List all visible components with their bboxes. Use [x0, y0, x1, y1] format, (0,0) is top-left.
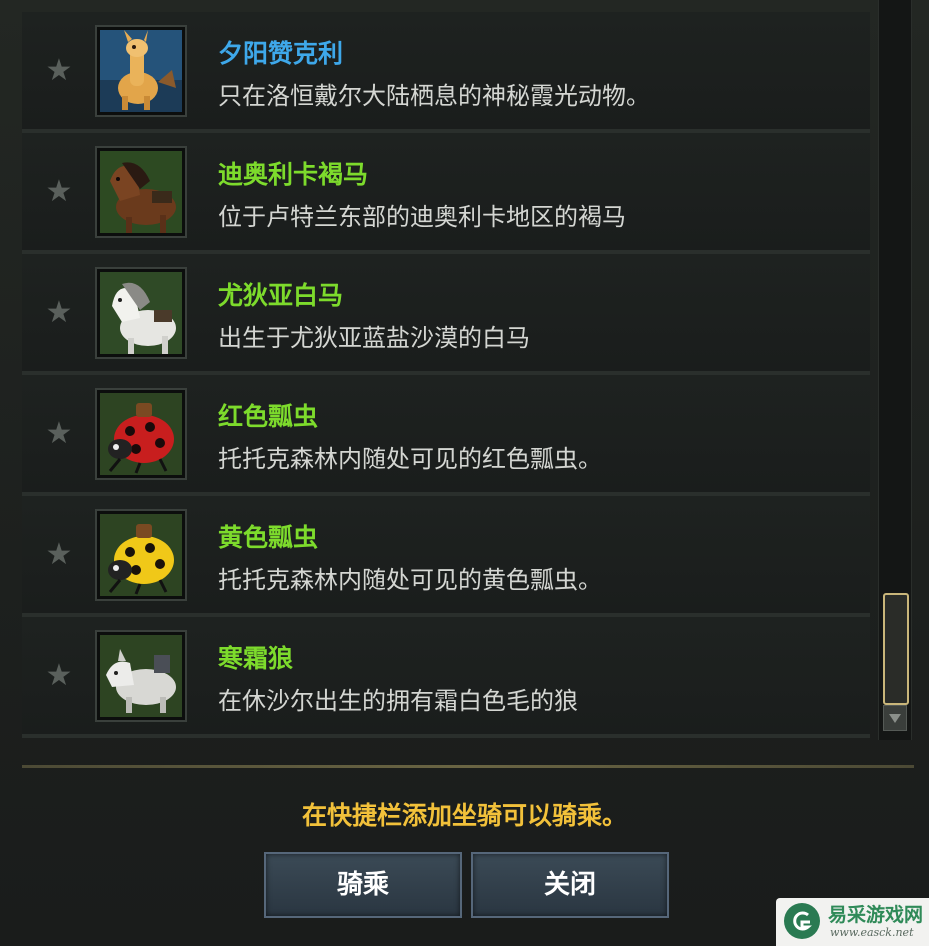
mount-name: 黄色瓢虫: [218, 523, 319, 552]
mount-name: 夕阳赞克利: [218, 39, 344, 68]
mount-name: 迪奥利卡褐马: [218, 160, 369, 189]
list-item[interactable]: ★ 尤狄亚白马 出生于尤狄亚蓝盐沙漠的白马: [22, 254, 870, 375]
ride-button[interactable]: 骑乘: [264, 852, 462, 918]
list-item[interactable]: ★ 黄色瓢虫 托托克森林内随处可见的黄色瓢虫。: [22, 496, 870, 617]
scrollbar-thumb[interactable]: [883, 593, 909, 705]
mount-list: ★ 夕阳赞克利 只在洛恒戴尔大陆栖息的神秘霞光动物。 ★ 迪奥利卡褐马 位于卢特…: [22, 12, 870, 740]
watermark-url: www.easck.net: [830, 926, 914, 939]
mount-name: 尤狄亚白马: [218, 281, 344, 310]
mount-description: 在休沙尔出生的拥有霜白色毛的狼: [218, 687, 578, 715]
list-item[interactable]: ★ 寒霜狼 在休沙尔出生的拥有霜白色毛的狼: [22, 617, 870, 738]
red-ladybug-icon: [95, 388, 187, 480]
yellow-ladybug-icon: [95, 509, 187, 601]
alpaca-icon: [95, 25, 187, 117]
scroll-down-arrow-icon[interactable]: [883, 705, 907, 731]
list-item[interactable]: ★ 夕阳赞克利 只在洛恒戴尔大陆栖息的神秘霞光动物。: [22, 12, 870, 133]
watermark-title: 易采游戏网: [828, 904, 924, 926]
divider: [22, 765, 914, 768]
star-icon[interactable]: ★: [44, 177, 74, 207]
mount-name: 红色瓢虫: [218, 402, 319, 431]
mount-description: 只在洛恒戴尔大陆栖息的神秘霞光动物。: [218, 82, 650, 110]
site-logo-icon: [784, 903, 820, 939]
list-item[interactable]: ★ 红色瓢虫 托托克森林内随处可见的红色瓢虫。: [22, 375, 870, 496]
brown-horse-icon: [95, 146, 187, 238]
mount-description: 托托克森林内随处可见的黄色瓢虫。: [218, 566, 602, 594]
mount-description: 出生于尤狄亚蓝盐沙漠的白马: [218, 324, 530, 352]
list-scrollbar[interactable]: [878, 0, 912, 740]
star-icon[interactable]: ★: [44, 661, 74, 691]
star-icon[interactable]: ★: [44, 540, 74, 570]
site-watermark: 易采游戏网 www.easck.net: [776, 898, 929, 946]
frost-wolf-icon: [95, 630, 187, 722]
mount-panel: ★ 夕阳赞克利 只在洛恒戴尔大陆栖息的神秘霞光动物。 ★ 迪奥利卡褐马 位于卢特…: [0, 0, 929, 946]
star-icon[interactable]: ★: [44, 419, 74, 449]
mount-name: 寒霜狼: [218, 644, 294, 673]
mount-description: 托托克森林内随处可见的红色瓢虫。: [218, 445, 602, 473]
white-horse-icon: [95, 267, 187, 359]
mount-description: 位于卢特兰东部的迪奥利卡地区的褐马: [218, 203, 626, 231]
star-icon[interactable]: ★: [44, 56, 74, 86]
list-item[interactable]: ★ 迪奥利卡褐马 位于卢特兰东部的迪奥利卡地区的褐马: [22, 133, 870, 254]
star-icon[interactable]: ★: [44, 298, 74, 328]
close-button[interactable]: 关闭: [471, 852, 669, 918]
quickbar-hint: 在快捷栏添加坐骑可以骑乘。: [301, 801, 627, 830]
